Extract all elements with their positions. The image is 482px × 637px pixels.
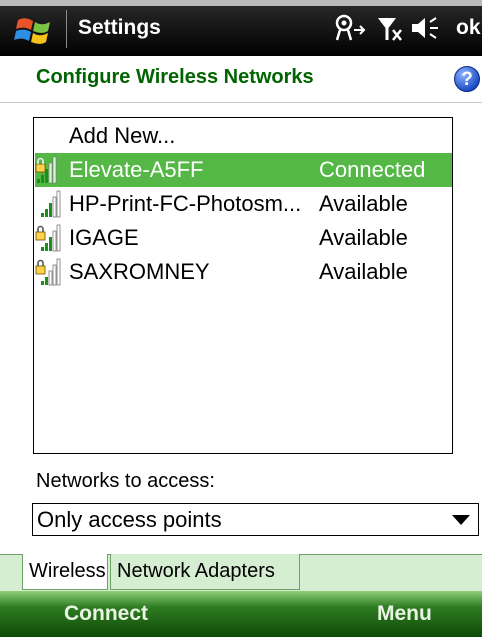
network-name: Elevate-A5FF xyxy=(69,157,204,182)
network-item[interactable]: SAXROMNEY Available xyxy=(35,255,452,289)
network-status: Connected xyxy=(319,157,426,182)
ok-button[interactable]: ok xyxy=(456,14,481,42)
network-list[interactable]: Add New... Elevate-A5FF Connected HP-Pri… xyxy=(33,117,453,454)
status-icons[interactable] xyxy=(334,12,454,44)
connectivity-icon xyxy=(335,14,366,41)
network-item[interactable]: HP-Print-FC-Photosm... Available xyxy=(35,187,452,221)
dropdown-value: Only access points xyxy=(37,507,222,532)
speaker-icon xyxy=(412,17,438,39)
tab-bar: Wireless Network Adapters xyxy=(0,554,482,591)
network-name: HP-Print-FC-Photosm... xyxy=(69,191,302,216)
menu-button[interactable]: Menu xyxy=(377,600,432,628)
networks-to-access-label: Networks to access: xyxy=(36,470,215,492)
tab-wireless[interactable]: Wireless xyxy=(22,554,108,590)
add-new-label: Add New... xyxy=(69,123,176,148)
windows-start-icon[interactable] xyxy=(14,12,54,48)
connect-button[interactable]: Connect xyxy=(64,600,148,628)
help-icon[interactable]: ? xyxy=(454,66,480,92)
tab-network-adapters[interactable]: Network Adapters xyxy=(110,554,300,590)
secured-signal-icon xyxy=(35,224,61,252)
no-signal-icon xyxy=(378,18,402,41)
networks-to-access-dropdown[interactable]: Only access points xyxy=(32,503,479,536)
softkey-bar: Connect Menu xyxy=(0,591,482,637)
secured-signal-icon xyxy=(35,258,61,286)
top-strip xyxy=(0,0,482,6)
title-bar: Settings ok xyxy=(0,0,482,56)
network-name: SAXROMNEY xyxy=(69,259,210,284)
app-title: Settings xyxy=(78,16,161,39)
add-new-item[interactable]: Add New... xyxy=(35,119,452,153)
network-item[interactable]: Elevate-A5FF Connected xyxy=(35,153,452,187)
network-item[interactable]: IGAGE Available xyxy=(35,221,452,255)
chevron-down-icon[interactable] xyxy=(452,515,470,525)
secured-signal-icon xyxy=(35,156,57,184)
network-name: IGAGE xyxy=(69,225,139,250)
title-separator xyxy=(66,10,67,48)
signal-icon xyxy=(41,190,61,218)
network-status: Available xyxy=(319,225,408,250)
network-status: Available xyxy=(319,259,408,284)
page-header: Configure Wireless Networks ? xyxy=(0,56,482,103)
network-status: Available xyxy=(319,191,408,216)
page-title: Configure Wireless Networks xyxy=(36,66,314,88)
